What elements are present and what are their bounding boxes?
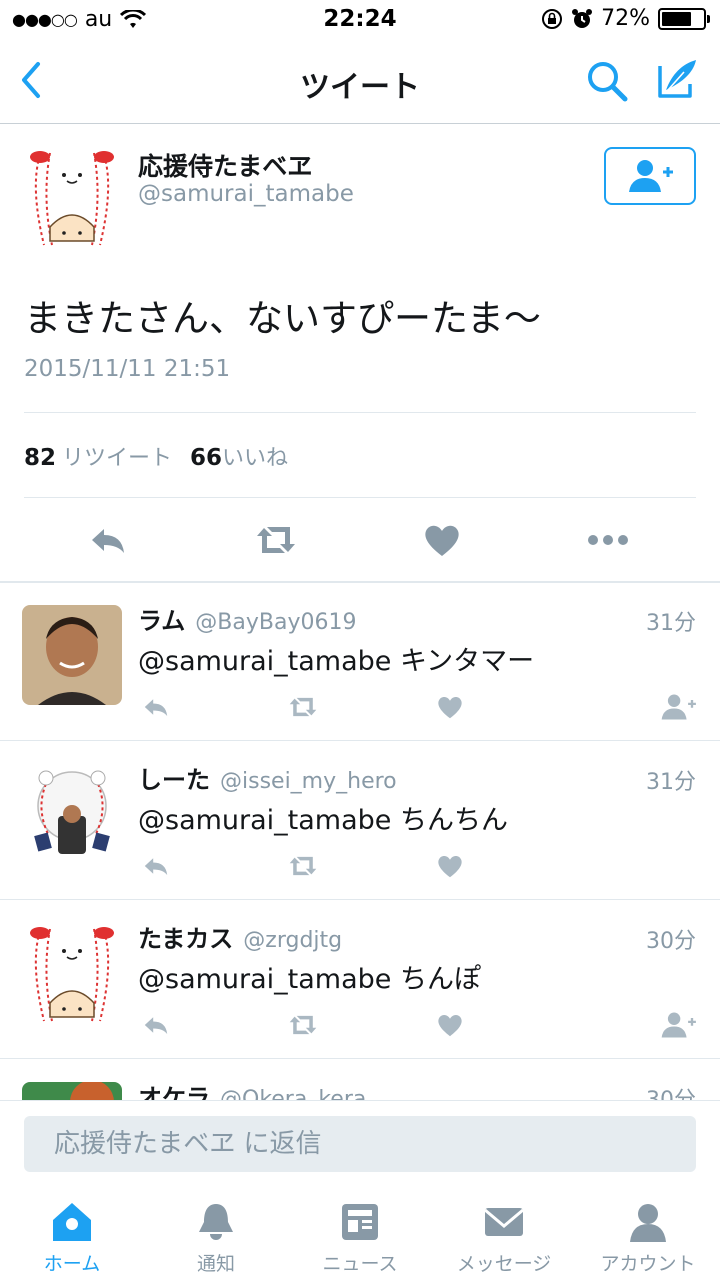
retweet-label[interactable]: リツイート: [62, 440, 172, 472]
reply-text: @samurai_tamabe キンタマー: [138, 646, 535, 677]
avatar[interactable]: [22, 605, 122, 705]
author-handle[interactable]: @samurai_tamabe: [138, 181, 354, 207]
retweet-icon[interactable]: [285, 852, 321, 880]
account-icon: [630, 1204, 666, 1242]
battery-icon: [658, 7, 710, 30]
add-user-icon: [629, 160, 673, 192]
mail-icon: [484, 1208, 524, 1236]
retweet-count[interactable]: 82: [24, 445, 56, 471]
like-heart-icon[interactable]: [434, 1011, 466, 1039]
like-heart-icon[interactable]: [434, 693, 466, 721]
compose-tweet-icon[interactable]: [654, 56, 700, 102]
search-icon[interactable]: [584, 58, 630, 104]
reply-author-handle[interactable]: @BayBay0619: [195, 610, 356, 635]
nav-bar: ツイート: [0, 40, 720, 124]
tweet-actions: [0, 500, 720, 580]
avatar[interactable]: [22, 923, 122, 1023]
like-count[interactable]: 66: [190, 445, 222, 471]
reply-author-handle[interactable]: @issei_my_hero: [220, 769, 397, 794]
retweet-icon[interactable]: [285, 1011, 321, 1039]
like-heart-icon[interactable]: [422, 520, 462, 560]
retweet-icon[interactable]: [285, 693, 321, 721]
reply-icon[interactable]: [140, 693, 172, 721]
tab-label: アカウント: [600, 1253, 696, 1275]
follow-button[interactable]: [604, 147, 696, 205]
reply-author-name[interactable]: しーた: [138, 766, 210, 794]
follow-user-icon[interactable]: [658, 1011, 698, 1039]
battery-percent: 72%: [601, 6, 650, 31]
reply-composer: 応援侍たまベヱ に返信: [0, 1100, 720, 1188]
tab-label: ニュース: [322, 1253, 398, 1275]
follow-user-icon[interactable]: [658, 693, 698, 721]
like-label[interactable]: いいね: [222, 440, 288, 472]
status-bar: ●●●○○ au 22:24 72%: [0, 0, 720, 40]
tweet-timestamp: 2015/11/11 21:51: [24, 356, 231, 382]
tweet-stats: 82 リツイート 66 いいね: [24, 440, 288, 472]
avatar[interactable]: [22, 764, 122, 864]
reply-time: 31分: [646, 611, 696, 636]
reply-author-name[interactable]: ラム: [138, 607, 185, 635]
alarm-icon: [572, 8, 593, 28]
news-icon: [342, 1204, 378, 1240]
reply-input[interactable]: 応援侍たまベヱ に返信: [24, 1116, 696, 1172]
tab-notifications[interactable]: 通知: [144, 1188, 288, 1280]
home-icon: [53, 1203, 91, 1241]
divider: [24, 497, 696, 498]
more-options-icon[interactable]: [586, 520, 630, 560]
reply-time: 31分: [646, 770, 696, 795]
tweet-header: 応援侍たまベヱ @samurai_tamabe: [0, 125, 720, 265]
tab-label: メッセージ: [456, 1253, 552, 1275]
reply-author-handle[interactable]: @zrgdjtg: [243, 928, 342, 953]
retweet-icon[interactable]: [254, 520, 298, 560]
tab-label: ホーム: [43, 1253, 101, 1275]
tab-news[interactable]: ニュース: [288, 1188, 432, 1280]
divider: [24, 412, 696, 413]
reply-icon[interactable]: [140, 1011, 172, 1039]
reply-text: @samurai_tamabe ちんちん: [138, 805, 508, 836]
battery-level: [662, 11, 691, 26]
tweet-text: まきたさん、ないすぴーたま〜: [24, 297, 541, 340]
tab-label: 通知: [196, 1253, 235, 1275]
reply-item[interactable]: ラム @BayBay0619 31分 @samurai_tamabe キンタマー: [0, 583, 720, 741]
bell-icon: [199, 1204, 233, 1240]
tab-bar: ホーム 通知 ニュース メッセージ アカウント: [0, 1188, 720, 1280]
tab-account[interactable]: アカウント: [576, 1188, 720, 1280]
avatar[interactable]: [22, 147, 122, 247]
reply-item[interactable]: たまカス @zrgdjtg 30分 @samurai_tamabe ちんぽ: [0, 901, 720, 1059]
reply-item[interactable]: しーた @issei_my_hero 31分 @samurai_tamabe ちん…: [0, 742, 720, 900]
tab-home[interactable]: ホーム: [0, 1188, 144, 1280]
reply-author-name[interactable]: たまカス: [138, 925, 233, 953]
reply-icon[interactable]: [88, 520, 128, 560]
author-name[interactable]: 応援侍たまベヱ: [138, 147, 312, 183]
reply-text: @samurai_tamabe ちんぽ: [138, 964, 481, 995]
rotation-lock-icon: [542, 8, 563, 29]
reply-icon[interactable]: [140, 852, 172, 880]
tab-messages[interactable]: メッセージ: [432, 1188, 576, 1280]
like-heart-icon[interactable]: [434, 852, 466, 880]
reply-time: 30分: [646, 929, 696, 954]
